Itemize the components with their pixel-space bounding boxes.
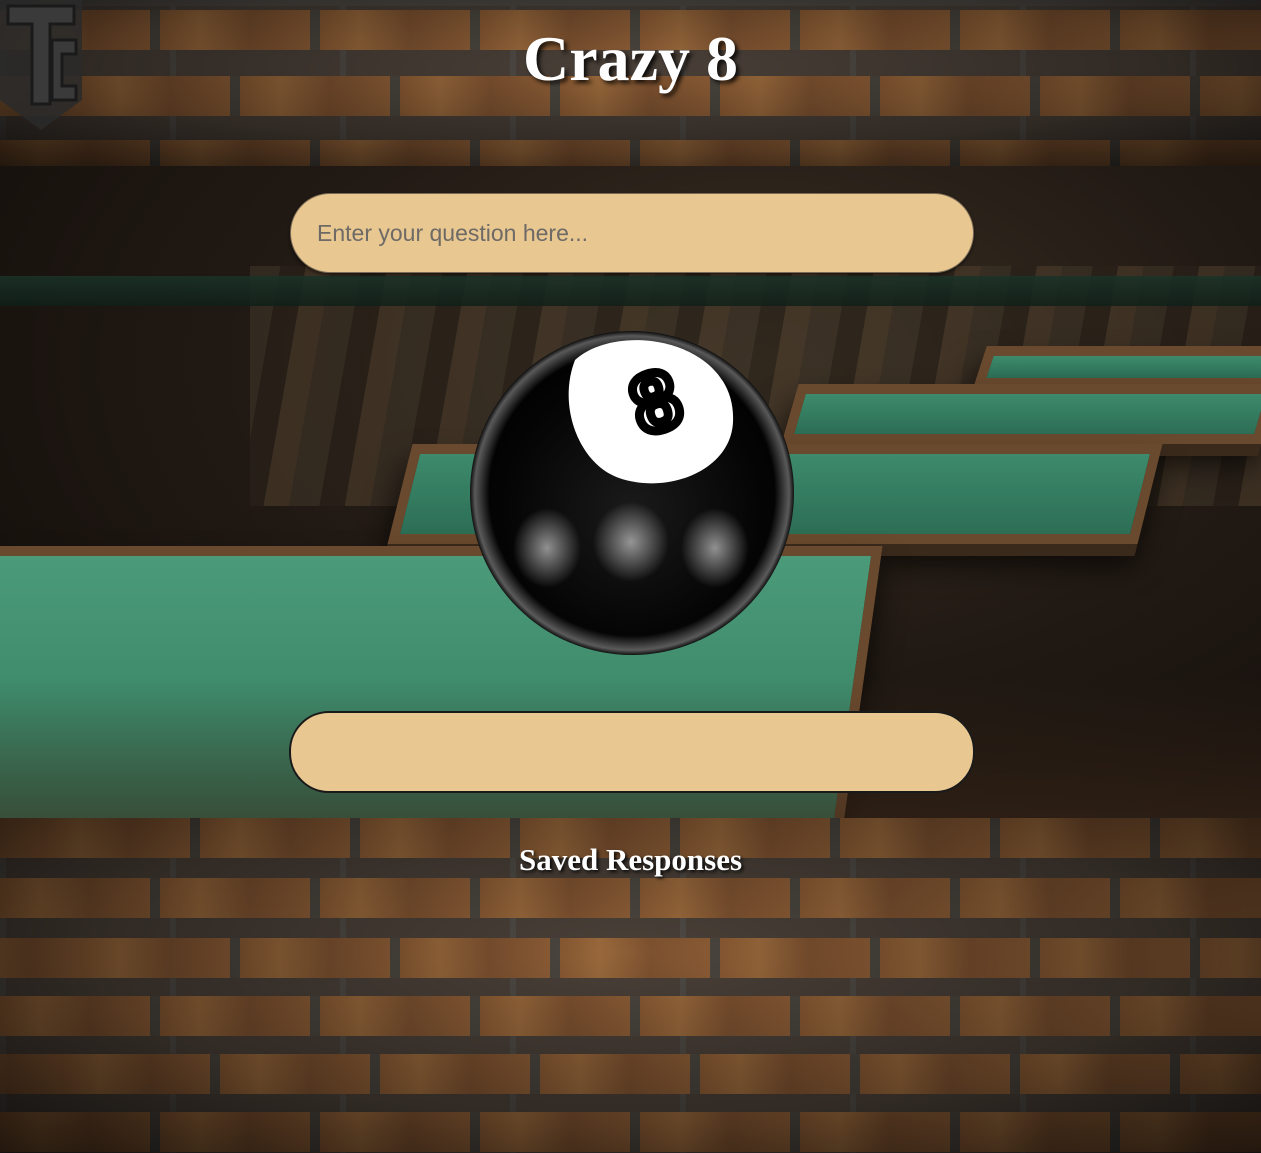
saved-responses-heading: Saved Responses — [518, 842, 743, 877]
page-title: Crazy 8 — [522, 23, 739, 94]
question-input[interactable] — [290, 193, 974, 273]
eight-ball-icon[interactable]: 8 — [469, 330, 795, 656]
answer-display — [289, 711, 975, 793]
